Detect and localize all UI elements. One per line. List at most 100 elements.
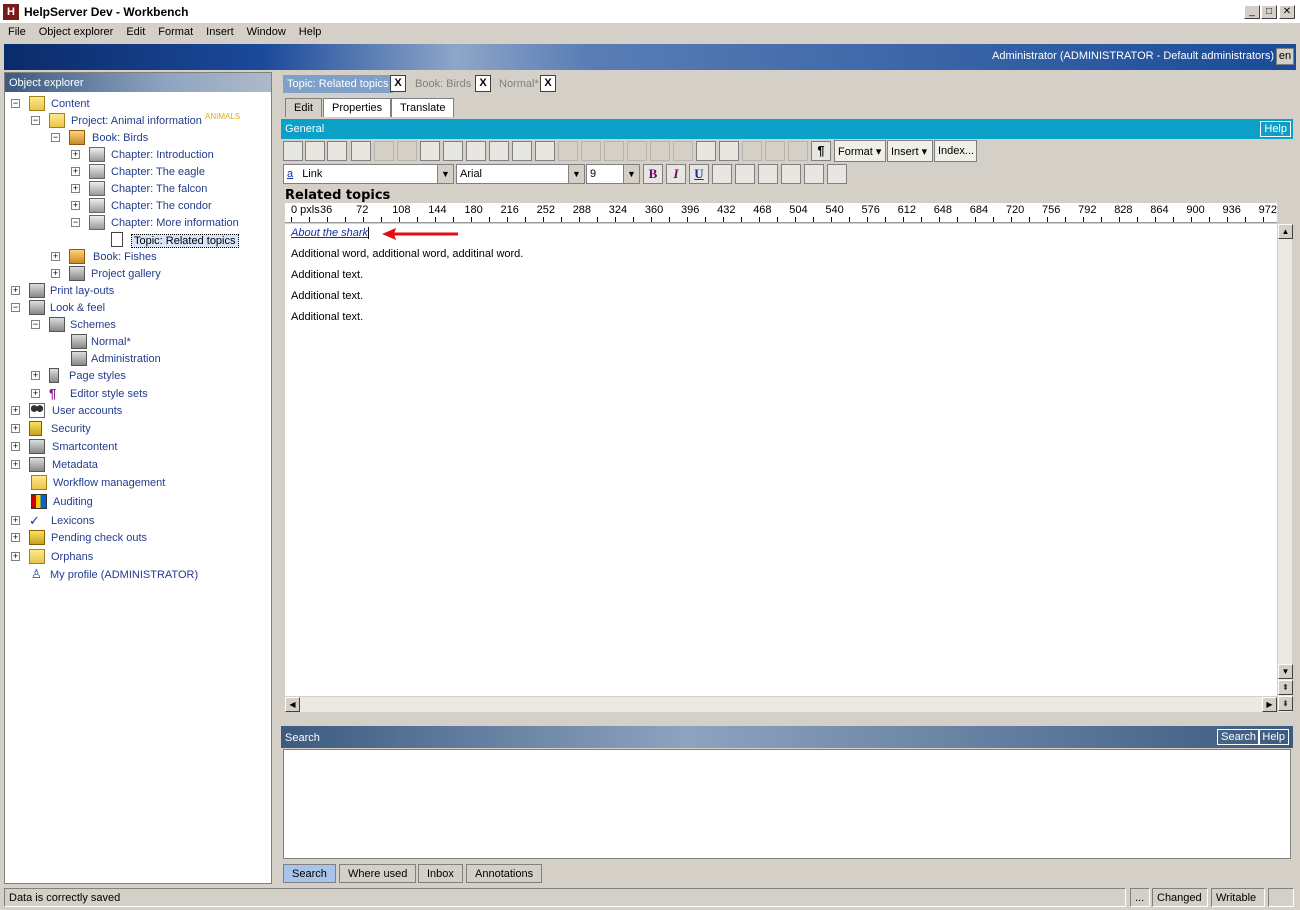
menu-edit[interactable]: Edit [118, 24, 150, 38]
scroll-left-icon[interactable]: ◀ [285, 697, 300, 712]
indent-icon[interactable] [827, 164, 847, 184]
expand-icon[interactable]: + [31, 371, 40, 380]
tree-item-chapter-more-information[interactable]: − Chapter: More information [9, 215, 269, 231]
tree-item-page-styles[interactable]: + Page styles [9, 368, 269, 384]
chevron-down-icon[interactable]: ▼ [437, 165, 453, 183]
tree-item-project-animal[interactable]: − Project: Animal information ANIMALS [9, 112, 269, 129]
collapse-icon[interactable]: − [51, 133, 60, 142]
close-tab-normal-button[interactable]: X [540, 75, 556, 92]
tab-inbox[interactable]: Inbox [418, 864, 463, 883]
close-button[interactable]: ✕ [1279, 5, 1295, 19]
expand-icon[interactable]: + [71, 184, 80, 193]
cut-icon[interactable] [374, 141, 394, 161]
link-about-the-shark[interactable]: About the shark [291, 227, 370, 239]
search-results-area[interactable] [283, 749, 1291, 859]
table-insert-icon[interactable] [558, 141, 578, 161]
tree-item-metadata[interactable]: + Metadata [9, 457, 269, 473]
tab-edit[interactable]: Edit [285, 98, 322, 117]
table-col-icon[interactable] [604, 141, 624, 161]
paste-icon[interactable] [420, 141, 440, 161]
tree-item-workflow-management[interactable]: Workflow management [9, 475, 269, 491]
tree-item-my-profile[interactable]: ♙ My profile (ADMINISTRATOR) [9, 567, 269, 583]
panel-splitter[interactable] [273, 72, 279, 884]
expand-icon[interactable]: + [11, 460, 20, 469]
tree-item-book-fishes[interactable]: + Book: Fishes [9, 249, 269, 265]
find-icon[interactable] [443, 141, 463, 161]
expand-icon[interactable]: + [11, 533, 20, 542]
tab-search[interactable]: Search [283, 864, 336, 883]
table-delete-icon[interactable] [627, 141, 647, 161]
tree-item-print-layouts[interactable]: + Print lay-outs [9, 283, 269, 299]
font-size-select[interactable]: 9 ▼ [586, 164, 640, 184]
list-outdent-icon[interactable] [765, 141, 785, 161]
menu-help[interactable]: Help [291, 24, 327, 38]
expand-icon[interactable]: + [71, 201, 80, 210]
tree-item-chapter-falcon[interactable]: + Chapter: The falcon [9, 181, 269, 197]
copy-icon[interactable] [397, 141, 417, 161]
bullet-list-icon[interactable] [719, 141, 739, 161]
align-center-icon[interactable] [735, 164, 755, 184]
tree-item-orphans[interactable]: + Orphans [9, 549, 269, 565]
align-justify-icon[interactable] [781, 164, 801, 184]
editor-area[interactable]: About the shark Additional word, additio… [285, 224, 1277, 696]
tab-translate[interactable]: Translate [391, 98, 455, 117]
align-left-icon[interactable] [712, 164, 732, 184]
chevron-down-icon[interactable]: ▼ [623, 165, 639, 183]
style-select[interactable]: a Link ▼ [283, 164, 454, 184]
tree-item-chapter-eagle[interactable]: + Chapter: The eagle [9, 164, 269, 180]
tree-item-pending-check-outs[interactable]: + Pending check outs [9, 530, 269, 546]
expand-icon[interactable]: + [51, 269, 60, 278]
resize-grip-icon[interactable] [1268, 888, 1294, 907]
expand-icon[interactable]: + [11, 286, 20, 295]
tree-item-scheme-administration[interactable]: Administration [9, 351, 269, 367]
status-dots-button[interactable]: ... [1130, 888, 1150, 907]
tab-normal[interactable]: Normal* [495, 75, 543, 93]
menu-format[interactable]: Format [150, 24, 198, 38]
tree-item-scheme-normal[interactable]: Normal* [9, 334, 269, 350]
tree-item-topic-related-topics[interactable]: Topic: Related topics [9, 232, 269, 248]
insert-menu-button[interactable]: Insert ▾ [887, 140, 933, 162]
expand-icon[interactable]: + [11, 442, 20, 451]
collapse-icon[interactable]: − [71, 218, 80, 227]
search-help-button[interactable]: Help [1258, 729, 1289, 745]
split-cells-icon[interactable] [673, 141, 693, 161]
format-menu-button[interactable]: Format ▾ [834, 140, 886, 162]
language-button[interactable]: en [1276, 48, 1294, 65]
vertical-scrollbar[interactable]: ▲ ▼ ⇞ ⇟ [1277, 224, 1293, 712]
outdent-icon[interactable] [804, 164, 824, 184]
tab-topic-related-topics[interactable]: Topic: Related topics [283, 75, 393, 93]
expand-icon[interactable]: + [31, 389, 40, 398]
list-level-icon[interactable] [788, 141, 808, 161]
scroll-up-icon[interactable]: ▲ [1278, 224, 1293, 239]
tree-item-security[interactable]: + Security [9, 421, 269, 437]
maximize-button[interactable]: □ [1261, 5, 1277, 19]
save-icon[interactable] [283, 141, 303, 161]
scroll-down-icon[interactable]: ▼ [1278, 664, 1293, 679]
highlight-icon[interactable] [489, 141, 509, 161]
merge-cells-icon[interactable] [650, 141, 670, 161]
tree-item-user-accounts[interactable]: + User accounts [9, 403, 269, 419]
tree-item-smartcontent[interactable]: + Smartcontent [9, 439, 269, 455]
table-icon[interactable] [535, 141, 555, 161]
font-color-icon[interactable] [512, 141, 532, 161]
tree-item-content[interactable]: − Content [9, 96, 269, 112]
expand-icon[interactable]: + [11, 552, 20, 561]
pilcrow-icon[interactable]: ¶ [811, 141, 831, 161]
expand-icon[interactable]: + [71, 167, 80, 176]
tree-item-auditing[interactable]: Auditing [9, 494, 269, 510]
preview-icon[interactable] [327, 141, 347, 161]
refresh-icon[interactable] [305, 141, 325, 161]
tree-item-chapter-introduction[interactable]: + Chapter: Introduction [9, 147, 269, 163]
expand-icon[interactable]: + [11, 424, 20, 433]
underline-button[interactable]: U [689, 164, 709, 184]
collapse-icon[interactable]: − [11, 303, 20, 312]
tree-item-chapter-condor[interactable]: + Chapter: The condor [9, 198, 269, 214]
menu-file[interactable]: File [0, 24, 31, 38]
expand-icon[interactable]: + [11, 516, 20, 525]
tree-item-project-gallery[interactable]: + Project gallery [9, 266, 269, 282]
tab-where-used[interactable]: Where used [339, 864, 417, 883]
collapse-icon[interactable]: − [11, 99, 20, 108]
tree-item-schemes[interactable]: − Schemes [9, 317, 269, 333]
tree-item-look-and-feel[interactable]: − Look & feel [9, 300, 269, 316]
expand-icon[interactable]: + [71, 150, 80, 159]
